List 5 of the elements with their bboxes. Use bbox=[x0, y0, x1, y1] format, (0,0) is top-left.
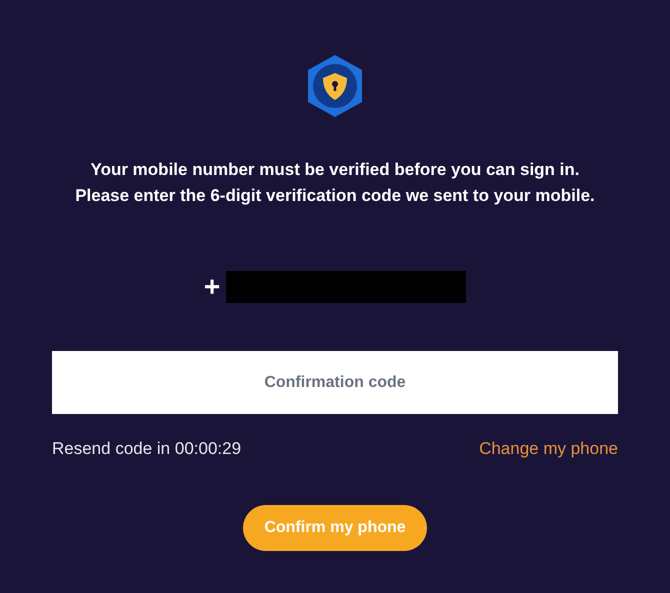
verification-message: Your mobile number must be verified before you can sign in. Please enter the 6-digit verification code we sent to your mobile. bbox=[74, 159, 596, 207]
change-phone-link[interactable]: Change my phone bbox=[479, 436, 618, 462]
resend-timer-text: Resend code in 00:00:29 bbox=[52, 438, 242, 460]
phone-prefix: + bbox=[204, 272, 220, 302]
confirmation-code-field[interactable]: Confirmation code bbox=[52, 351, 618, 414]
